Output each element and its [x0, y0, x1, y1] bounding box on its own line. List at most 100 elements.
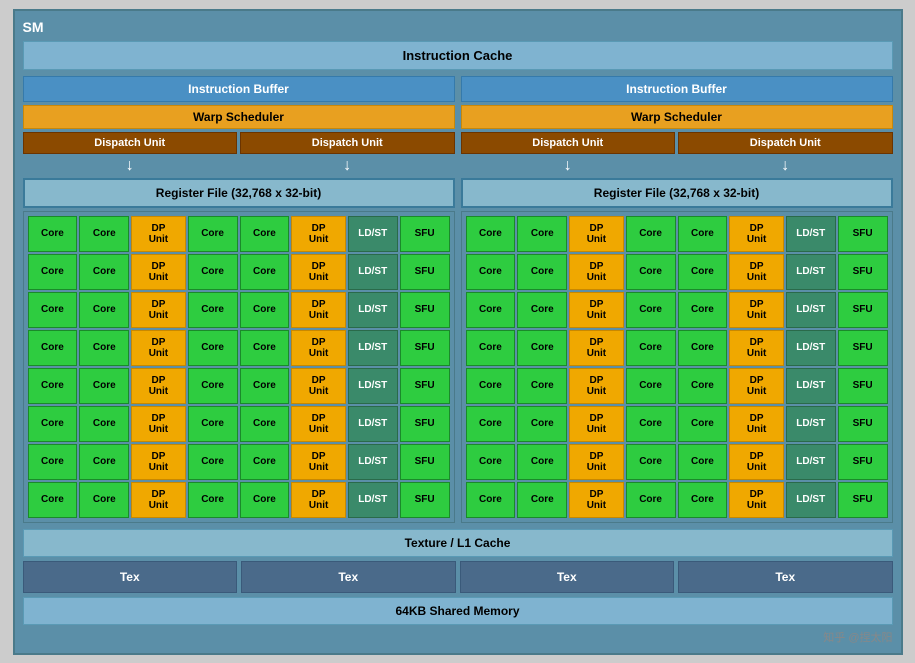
instruction-cache: Instruction Cache	[23, 41, 893, 70]
core-cell: Core	[28, 216, 78, 252]
table-row: Core Core DPUnit Core Core DPUnit LD/ST …	[466, 444, 888, 480]
left-warp-scheduler: Warp Scheduler	[23, 105, 455, 129]
dp-unit-cell: DPUnit	[729, 330, 783, 366]
dp-unit-cell: DPUnit	[569, 216, 623, 252]
core-cell: Core	[240, 254, 290, 290]
core-cell: Core	[28, 254, 78, 290]
dp-unit-cell: DPUnit	[291, 292, 345, 328]
dp-unit-cell: DPUnit	[729, 406, 783, 442]
ldst-cell: LD/ST	[348, 216, 398, 252]
left-cores-grid: Core Core DPUnit Core Core DPUnit LD/ST …	[23, 211, 455, 523]
core-cell: Core	[517, 292, 567, 328]
dp-unit-cell: DPUnit	[569, 406, 623, 442]
core-cell: Core	[517, 368, 567, 404]
sfu-cell: SFU	[400, 406, 450, 442]
sfu-cell: SFU	[838, 444, 888, 480]
sfu-cell: SFU	[400, 330, 450, 366]
core-cell: Core	[28, 368, 78, 404]
core-cell: Core	[466, 444, 516, 480]
core-cell: Core	[678, 482, 728, 518]
core-cell: Core	[466, 216, 516, 252]
ldst-cell: LD/ST	[786, 444, 836, 480]
tex-row: Tex Tex Tex Tex	[23, 561, 893, 593]
right-arrow-1: ↓	[461, 157, 676, 175]
dp-unit-cell: DPUnit	[131, 216, 185, 252]
core-cell: Core	[240, 330, 290, 366]
dp-unit-cell: DPUnit	[131, 368, 185, 404]
sfu-cell: SFU	[838, 254, 888, 290]
core-cell: Core	[517, 482, 567, 518]
table-row: Core Core DPUnit Core Core DPUnit LD/ST …	[466, 482, 888, 518]
core-cell: Core	[240, 444, 290, 480]
dp-unit-cell: DPUnit	[729, 292, 783, 328]
left-dispatch-unit-1: Dispatch Unit	[23, 132, 238, 154]
core-cell: Core	[79, 330, 129, 366]
core-cell: Core	[626, 444, 676, 480]
table-row: Core Core DPUnit Core Core DPUnit LD/ST …	[466, 216, 888, 252]
core-cell: Core	[79, 482, 129, 518]
dp-unit-cell: DPUnit	[291, 444, 345, 480]
dp-unit-cell: DPUnit	[729, 444, 783, 480]
core-cell: Core	[517, 216, 567, 252]
right-register-file: Register File (32,768 x 32-bit)	[461, 178, 893, 208]
ldst-cell: LD/ST	[786, 216, 836, 252]
texture-l1-cache: Texture / L1 Cache	[23, 529, 893, 557]
sfu-cell: SFU	[838, 330, 888, 366]
core-cell: Core	[466, 254, 516, 290]
ldst-cell: LD/ST	[348, 444, 398, 480]
dp-unit-cell: DPUnit	[291, 254, 345, 290]
core-cell: Core	[466, 292, 516, 328]
core-cell: Core	[240, 368, 290, 404]
sfu-cell: SFU	[400, 254, 450, 290]
core-cell: Core	[517, 406, 567, 442]
core-cell: Core	[188, 330, 238, 366]
ldst-cell: LD/ST	[786, 254, 836, 290]
left-dispatch-row: Dispatch Unit Dispatch Unit	[23, 132, 455, 154]
core-cell: Core	[79, 254, 129, 290]
core-cell: Core	[678, 292, 728, 328]
core-cell: Core	[626, 406, 676, 442]
core-cell: Core	[28, 292, 78, 328]
table-row: Core Core DPUnit Core Core DPUnit LD/ST …	[28, 482, 450, 518]
sfu-cell: SFU	[838, 292, 888, 328]
core-cell: Core	[79, 368, 129, 404]
core-cell: Core	[188, 482, 238, 518]
core-cell: Core	[466, 406, 516, 442]
tex-unit-3: Tex	[460, 561, 675, 593]
core-cell: Core	[28, 482, 78, 518]
dp-unit-cell: DPUnit	[569, 292, 623, 328]
right-arrows: ↓ ↓	[461, 157, 893, 175]
right-arrow-2: ↓	[678, 157, 893, 175]
table-row: Core Core DPUnit Core Core DPUnit LD/ST …	[466, 368, 888, 404]
dp-unit-cell: DPUnit	[569, 482, 623, 518]
core-cell: Core	[626, 216, 676, 252]
ldst-cell: LD/ST	[348, 254, 398, 290]
dp-unit-cell: DPUnit	[729, 216, 783, 252]
dp-unit-cell: DPUnit	[729, 368, 783, 404]
tex-unit-1: Tex	[23, 561, 238, 593]
table-row: Core Core DPUnit Core Core DPUnit LD/ST …	[28, 406, 450, 442]
sfu-cell: SFU	[400, 444, 450, 480]
core-cell: Core	[188, 406, 238, 442]
core-cell: Core	[678, 444, 728, 480]
core-cell: Core	[517, 254, 567, 290]
sm-container: SM Instruction Cache Instruction Buffer …	[13, 9, 903, 655]
shared-memory: 64KB Shared Memory	[23, 597, 893, 625]
table-row: Core Core DPUnit Core Core DPUnit LD/ST …	[28, 216, 450, 252]
two-col-layout: Instruction Buffer Warp Scheduler Dispat…	[23, 76, 893, 523]
sfu-cell: SFU	[838, 216, 888, 252]
ldst-cell: LD/ST	[786, 292, 836, 328]
table-row: Core Core DPUnit Core Core DPUnit LD/ST …	[28, 330, 450, 366]
dp-unit-cell: DPUnit	[291, 406, 345, 442]
left-instruction-buffer: Instruction Buffer	[23, 76, 455, 102]
right-warp-scheduler: Warp Scheduler	[461, 105, 893, 129]
dp-unit-cell: DPUnit	[569, 368, 623, 404]
ldst-cell: LD/ST	[786, 406, 836, 442]
right-dispatch-unit-1: Dispatch Unit	[461, 132, 676, 154]
dp-unit-cell: DPUnit	[291, 216, 345, 252]
right-cores-grid: Core Core DPUnit Core Core DPUnit LD/ST …	[461, 211, 893, 523]
left-half: Instruction Buffer Warp Scheduler Dispat…	[23, 76, 455, 523]
table-row: Core Core DPUnit Core Core DPUnit LD/ST …	[466, 292, 888, 328]
core-cell: Core	[626, 330, 676, 366]
sm-label: SM	[23, 19, 893, 35]
